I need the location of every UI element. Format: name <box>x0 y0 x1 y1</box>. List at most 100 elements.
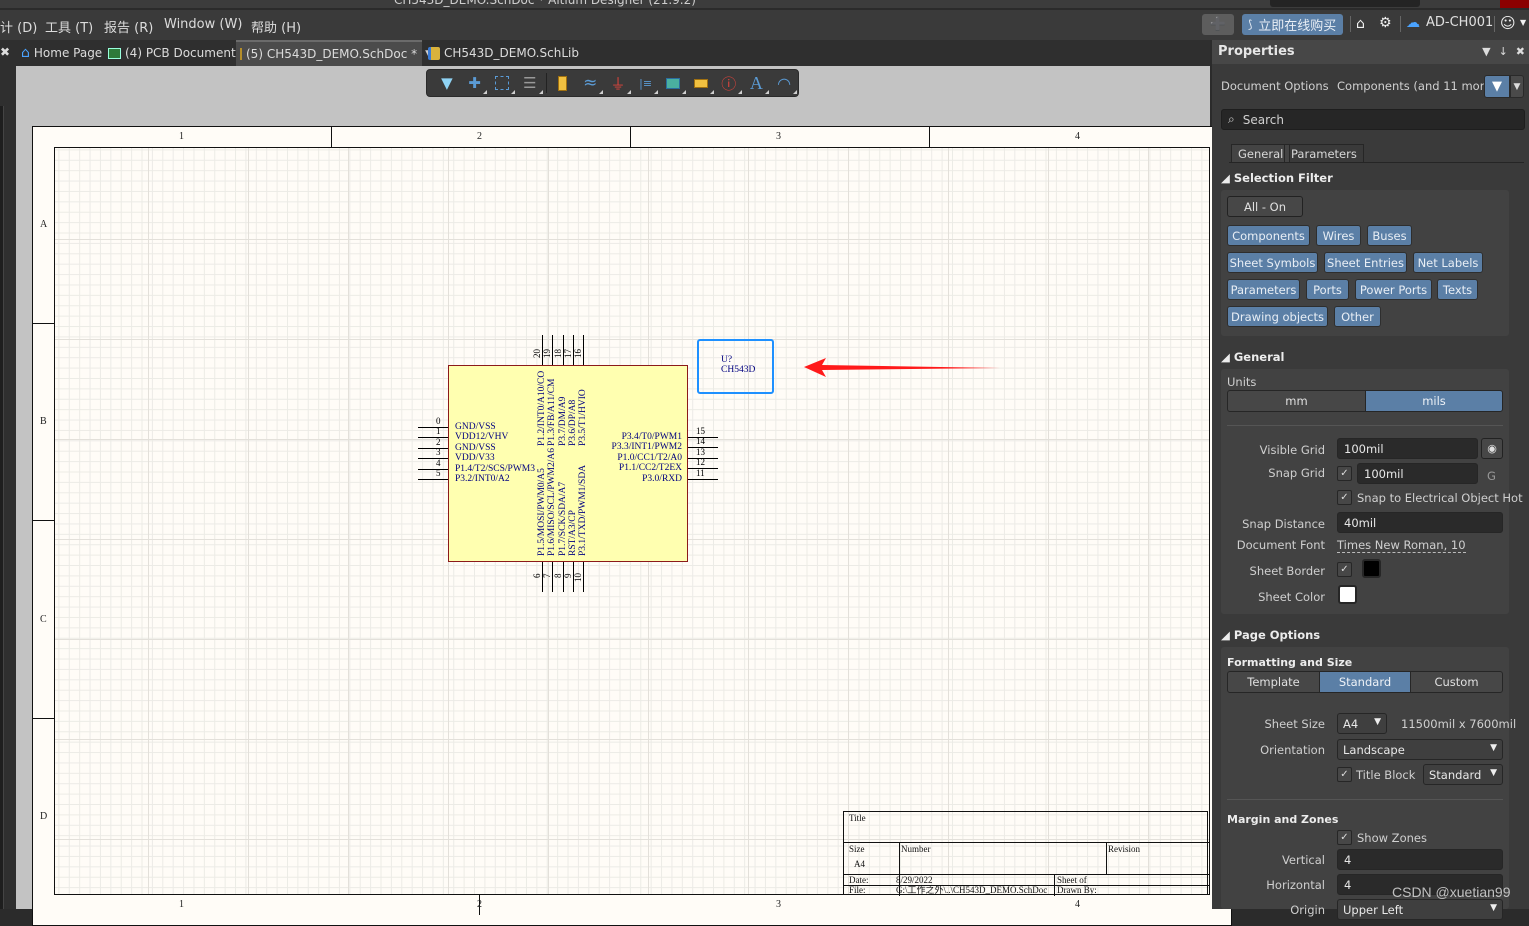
date-label: Date: <box>849 875 869 885</box>
filter-chip-wires[interactable]: Wires <box>1316 225 1361 246</box>
wire-icon: ≈ <box>583 73 598 93</box>
pin-line <box>418 427 448 428</box>
document-font-label: Document Font <box>1236 538 1325 552</box>
pin-name: P3.1/TXD/PWM1/SDA <box>578 464 589 556</box>
select-tool[interactable] <box>488 71 516 95</box>
title-block-checkbox[interactable]: ✓ <box>1337 767 1352 782</box>
filter-chip-power-ports[interactable]: Power Ports <box>1355 279 1432 300</box>
tab-schlib[interactable]: CH543D_DEMO.SchLib <box>424 40 583 66</box>
menu-reports[interactable]: 报告 (R) <box>104 17 153 36</box>
zone-divider <box>33 718 54 719</box>
selected-component-label[interactable]: U? CH543D <box>697 339 774 394</box>
filter-chip-sheet-entries[interactable]: Sheet Entries <box>1324 252 1407 273</box>
sheet-color-swatch[interactable] <box>1338 585 1357 604</box>
section-page-options[interactable]: ◢ Page Options <box>1221 628 1320 642</box>
section-selection-filter[interactable]: ◢ Selection Filter <box>1221 171 1333 185</box>
units-mils-button[interactable]: mils <box>1365 390 1503 412</box>
filter-chip-drawing-objects[interactable]: Drawing objects <box>1227 306 1328 327</box>
search-icon: ⌕ <box>1228 112 1235 126</box>
menu-tools[interactable]: 工具 (T) <box>45 17 93 36</box>
filter-chip-buses[interactable]: Buses <box>1367 225 1412 246</box>
format-template-button[interactable]: Template <box>1227 671 1320 693</box>
tab-general[interactable]: General <box>1231 144 1291 163</box>
place-port-tool[interactable] <box>687 71 715 95</box>
tab-parameters[interactable]: Parameters <box>1284 144 1364 163</box>
snap-grid-checkbox[interactable]: ✓ <box>1337 466 1352 481</box>
filter-dropdown-button[interactable]: ▼ <box>1510 75 1524 98</box>
filter-chip-other[interactable]: Other <box>1334 306 1381 327</box>
pin-icon[interactable]: ↓ <box>1499 45 1508 58</box>
gear-icon[interactable]: ⚙ <box>1379 15 1392 31</box>
panel-menu-icon[interactable]: ▼ <box>1482 45 1490 58</box>
close-tab-icon[interactable]: ✖ <box>0 45 10 59</box>
place-wire-tool[interactable]: ≈ <box>576 71 604 95</box>
document-font-link[interactable]: Times New Roman, 10 <box>1337 538 1466 553</box>
active-bar-toolbar: ▼ ✚ ☰ ≈ ⏚ |≡ ⓘ A ◠ <box>426 69 799 97</box>
filter-tool[interactable]: ▼ <box>433 71 461 95</box>
feedback-button[interactable]: ➕ <box>1202 14 1234 35</box>
filter-chip-components[interactable]: Components <box>1227 225 1310 246</box>
move-tool[interactable]: ✚ <box>461 71 489 95</box>
tab-underline <box>1229 162 1524 163</box>
pin-number: 8 <box>552 573 563 579</box>
format-standard-button[interactable]: Standard <box>1319 671 1411 693</box>
units-mm-button[interactable]: mm <box>1227 390 1366 412</box>
filter-chip-parameters[interactable]: Parameters <box>1227 279 1300 300</box>
all-on-button[interactable]: All - On <box>1227 196 1303 217</box>
format-custom-button[interactable]: Custom <box>1410 671 1503 693</box>
title-block-select[interactable]: Standard ▼ <box>1423 764 1503 785</box>
menu-design[interactable]: 计 (D) <box>0 17 37 36</box>
filter-chip-net-labels[interactable]: Net Labels <box>1413 252 1483 273</box>
tab-home-page[interactable]: ⌂ Home Page <box>17 40 106 66</box>
global-search[interactable] <box>1270 0 1420 7</box>
align-tool[interactable]: ☰ <box>516 71 544 95</box>
pin-name: RST/A3/CP <box>567 510 578 556</box>
workspace-account[interactable]: AD-CH001 <box>1426 15 1493 30</box>
place-power-tool[interactable]: ⏚ <box>604 71 632 95</box>
menu-window[interactable]: Window (W) <box>164 17 242 32</box>
vertical-zones-input[interactable]: 4 <box>1337 849 1503 870</box>
tab-pcb-document[interactable]: (4) PCB Document ▼ <box>104 40 255 66</box>
snap-electrical-checkbox[interactable]: ✓ <box>1337 490 1352 505</box>
sheet-border-color-swatch[interactable] <box>1362 559 1381 578</box>
user-icon[interactable]: ☺ <box>1500 14 1516 32</box>
filter-chip-texts[interactable]: Texts <box>1437 279 1478 300</box>
tab-schdoc[interactable]: (5) CH543D_DEMO.SchDoc * ▼ <box>236 40 432 66</box>
title-block-label: Title Block <box>1356 768 1416 782</box>
place-sheet-symbol-tool[interactable] <box>659 71 687 95</box>
pin-name: P1.6/MISO/SCL/PWM2/A6 <box>547 448 558 556</box>
pin-number: 20 <box>532 349 542 358</box>
sheet-border-checkbox[interactable]: ✓ <box>1337 562 1352 577</box>
user-menu-chevron-icon[interactable]: ▼ <box>1520 18 1526 27</box>
place-part-tool[interactable] <box>549 71 577 95</box>
zone-column-label: 4 <box>1075 899 1080 910</box>
menu-help[interactable]: 帮助 (H) <box>251 17 301 36</box>
place-harness-tool[interactable]: |≡ <box>632 71 660 95</box>
pin-name: P1.2/INT0/A10/CO <box>537 370 547 446</box>
snap-distance-input[interactable]: 40mil <box>1337 512 1503 533</box>
pin-name: P3.4/T0/PWM1 <box>621 432 682 442</box>
orientation-select[interactable]: Landscape ▼ <box>1337 739 1503 760</box>
sheet-size-select[interactable]: A4 ▼ <box>1337 713 1387 734</box>
no-erc-tool[interactable]: ⓘ <box>715 71 743 95</box>
pin-number: 15 <box>696 426 705 436</box>
show-zones-checkbox[interactable]: ✓ <box>1337 830 1352 845</box>
place-arc-tool[interactable]: ◠ <box>770 71 798 95</box>
filter-chip-ports[interactable]: Ports <box>1306 279 1349 300</box>
pin-name: P1.4/T2/SCS/PWM3 <box>455 463 535 474</box>
selection-filter-button[interactable]: ▼ <box>1484 75 1510 98</box>
buy-online-button[interactable]: ⟆ 立即在线购买 <box>1242 14 1343 35</box>
visible-grid-input[interactable]: 100mil <box>1337 438 1478 459</box>
properties-search[interactable]: ⌕ Search <box>1221 109 1525 130</box>
zone-divider <box>33 520 54 521</box>
section-general[interactable]: ◢ General <box>1221 350 1284 364</box>
properties-header: Properties ▼ ↓ ✖ <box>1212 40 1529 64</box>
visible-grid-toggle[interactable]: ◉ <box>1481 438 1503 459</box>
close-icon[interactable]: ✖ <box>1516 45 1525 58</box>
window-close-button[interactable] <box>1500 0 1529 8</box>
snap-grid-input[interactable]: 100mil <box>1357 463 1478 484</box>
place-text-tool[interactable]: A <box>743 71 771 95</box>
filter-chip-sheet-symbols[interactable]: Sheet Symbols <box>1227 252 1318 273</box>
home-icon[interactable]: ⌂ <box>1356 16 1365 32</box>
origin-select[interactable]: Upper Left ▼ <box>1337 899 1503 920</box>
